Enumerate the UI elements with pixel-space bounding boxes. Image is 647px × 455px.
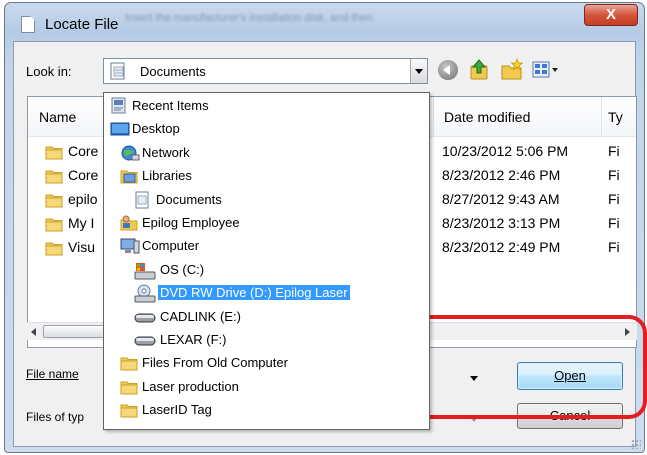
documents-icon [134, 191, 152, 212]
open-button[interactable]: Open [517, 362, 623, 390]
dropdown-item-label: Epilog Employee [142, 215, 240, 230]
removable-drive-icon [134, 331, 156, 352]
dropdown-item-label: Documents [156, 191, 222, 207]
folder-icon [45, 167, 63, 188]
folder-icon [45, 239, 63, 260]
type-cell: Fi [608, 167, 620, 183]
look-in-value: Documents [140, 64, 206, 79]
dropdown-item-label: Computer [142, 238, 200, 254]
back-arrow-icon[interactable] [438, 60, 458, 80]
date-modified-cell: 8/27/2012 9:43 AM [442, 191, 560, 207]
folder-icon [120, 401, 138, 422]
look-in-label: Look in: [26, 64, 72, 79]
dvd-drive-icon [134, 284, 156, 307]
document-icon [21, 16, 35, 33]
dropdown-item-label: Files From Old Computer [142, 355, 288, 371]
dropdown-item-label: Recent Items [132, 98, 209, 113]
file-name-cell: Core [68, 143, 99, 159]
dialog-title: Locate File [45, 16, 119, 33]
resize-grip[interactable] [631, 439, 641, 449]
folder-icon [45, 215, 63, 236]
folder-icon [120, 354, 138, 375]
file-type-dropdown-icon[interactable] [470, 417, 478, 422]
computer-icon [120, 237, 140, 258]
hard-drive-icon [134, 261, 156, 284]
date-modified-cell: 8/23/2012 3:13 PM [442, 215, 561, 231]
column-name[interactable]: Name [39, 109, 76, 125]
views-menu-icon[interactable] [532, 60, 560, 80]
dropdown-item-label: OS (C:) [160, 261, 205, 277]
documents-icon [110, 62, 125, 80]
column-separator[interactable] [601, 97, 602, 137]
file-name-cell: epilo [68, 191, 98, 207]
new-folder-icon[interactable] [500, 58, 524, 82]
recent-items-icon [110, 97, 128, 118]
libraries-icon [120, 167, 140, 188]
file-name-cell: Visu [68, 239, 95, 255]
cancel-button[interactable]: Cancel [517, 403, 623, 429]
desktop-icon [110, 120, 130, 141]
folder-icon [120, 378, 138, 399]
files-of-type-label: Files of typ [26, 410, 85, 424]
column-type[interactable]: Ty [608, 109, 623, 125]
dropdown-item-label: Desktop [132, 121, 180, 137]
column-date-modified[interactable]: Date modified [444, 109, 530, 125]
network-icon [120, 144, 140, 165]
type-cell: Fi [608, 143, 620, 159]
background-window-text: Insert the manufacturer's installation d… [125, 12, 373, 24]
type-cell: Fi [608, 191, 620, 207]
file-name-cell: My I [68, 215, 95, 231]
user-folder-icon [120, 214, 138, 235]
dropdown-item-label: Libraries [142, 168, 192, 184]
date-modified-cell: 8/23/2012 2:46 PM [442, 167, 561, 183]
look-in-dropdown-button[interactable] [410, 59, 427, 83]
date-modified-cell: 10/23/2012 5:06 PM [442, 143, 569, 159]
folder-icon [45, 143, 63, 164]
removable-drive-icon [134, 308, 156, 329]
file-name-label: File name [26, 367, 79, 381]
dropdown-item-label: LaserID Tag [142, 402, 212, 418]
type-cell: Fi [608, 239, 620, 255]
column-separator[interactable] [433, 97, 434, 137]
close-button[interactable]: X [584, 4, 638, 26]
look-in-combobox[interactable]: Documents [103, 58, 428, 84]
file-name-dropdown-icon[interactable] [470, 376, 478, 381]
dropdown-item-label: CADLINK (E:) [160, 308, 241, 324]
file-name-cell: Core [68, 167, 99, 183]
look-in-dropdown-list[interactable]: Recent Items Desktop Network Libraries Docum… [103, 92, 430, 430]
folder-icon [45, 191, 63, 212]
date-modified-cell: 8/23/2012 2:49 PM [442, 239, 561, 255]
up-folder-icon[interactable] [468, 58, 490, 82]
dropdown-item-label: Laser production [142, 378, 239, 394]
scroll-left-icon[interactable] [31, 328, 36, 336]
dropdown-item-label: Network [142, 144, 190, 160]
scroll-right-icon[interactable] [625, 328, 630, 336]
dropdown-item-label: LEXAR (F:) [160, 332, 227, 347]
title-bar[interactable]: Locate File Insert the manufacturer's in… [5, 3, 644, 41]
dropdown-item-label: DVD RW Drive (D:) Epilog Laser [158, 285, 350, 301]
type-cell: Fi [608, 215, 620, 231]
